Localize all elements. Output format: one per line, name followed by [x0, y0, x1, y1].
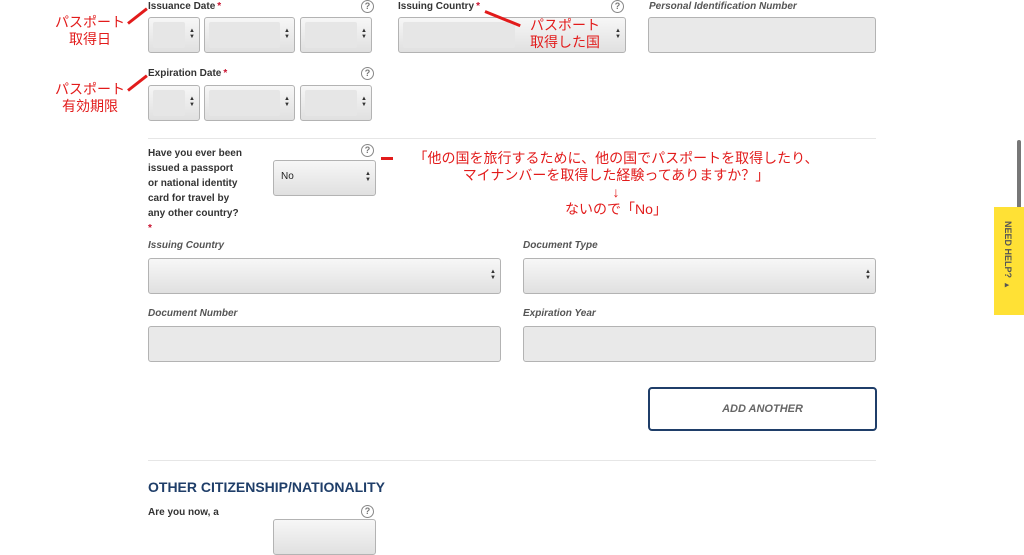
help-icon[interactable]: ? [361, 144, 374, 157]
need-help-label: NEED HELP? [1003, 221, 1013, 279]
expiration-date-label: Expiration Date * [148, 68, 228, 79]
select-arrows-icon: ▲ ▼ [284, 96, 290, 108]
expiration-year-input[interactable] [523, 326, 876, 362]
other-country-question: Have you ever been issued a passport or … [148, 148, 242, 234]
help-icon[interactable]: ? [611, 0, 624, 13]
section-title: OTHER CITIZENSHIP/NATIONALITY [148, 479, 385, 495]
annotation-country: パスポート 取得した国 [530, 17, 600, 50]
help-icon[interactable]: ? [361, 505, 374, 518]
other-country-select[interactable]: No ▲ ▼ [273, 160, 376, 196]
other-issuing-country-label: Issuing Country [148, 240, 225, 251]
select-arrows-icon: ▲ ▼ [615, 28, 621, 40]
help-icon[interactable]: ? [361, 0, 374, 13]
select-arrows-icon: ▲ ▼ [365, 171, 371, 183]
select-arrows-icon: ▲ ▼ [361, 96, 367, 108]
select-arrows-icon: ▲ ▼ [189, 28, 195, 40]
need-help-tab[interactable]: NEED HELP? ▸ [994, 207, 1024, 315]
document-number-label: Document Number [148, 308, 238, 319]
expiration-month-select[interactable]: ▲ ▼ [204, 85, 295, 121]
divider [148, 138, 876, 139]
select-arrows-icon: ▲ ▼ [189, 96, 195, 108]
citizenship-select[interactable] [273, 519, 376, 555]
select-arrows-icon: ▲ ▼ [361, 28, 367, 40]
issuance-year-select[interactable]: ▲ ▼ [300, 17, 372, 53]
expiration-day-select[interactable]: ▲ ▼ [148, 85, 200, 121]
annotation-issuance: パスポート 取得日 [55, 14, 125, 47]
personal-id-input[interactable] [648, 17, 876, 53]
expiration-year-label: Expiration Year [523, 308, 596, 319]
divider [148, 460, 876, 461]
document-type-select[interactable]: ▲ ▼ [523, 258, 876, 294]
annotation-expiration: パスポート 有効期限 [55, 81, 125, 114]
select-arrows-icon: ▲ ▼ [865, 269, 871, 281]
add-another-button[interactable]: ADD ANOTHER [648, 387, 877, 431]
issuance-date-label: Issuance Date * [148, 1, 222, 12]
select-arrows-icon: ▲ ▼ [284, 28, 290, 40]
annotation-question: 「他の国を旅行するために、他の国でパスポートを取得したり、 マイナンバーを取得し… [413, 150, 819, 217]
issuance-month-select[interactable]: ▲ ▼ [204, 17, 295, 53]
other-issuing-country-select[interactable]: ▲ ▼ [148, 258, 501, 294]
issuance-day-select[interactable]: ▲ ▼ [148, 17, 200, 53]
issuing-country-label: Issuing Country * [398, 1, 481, 12]
personal-id-label: Personal Identification Number [649, 1, 797, 12]
document-number-input[interactable] [148, 326, 501, 362]
help-icon[interactable]: ? [361, 67, 374, 80]
document-type-label: Document Type [523, 240, 598, 251]
select-arrows-icon: ▲ ▼ [490, 269, 496, 281]
need-help-arrow-icon: ▸ [1003, 280, 1013, 291]
expiration-year-select[interactable]: ▲ ▼ [300, 85, 372, 121]
citizenship-question: Are you now, a [148, 507, 219, 518]
